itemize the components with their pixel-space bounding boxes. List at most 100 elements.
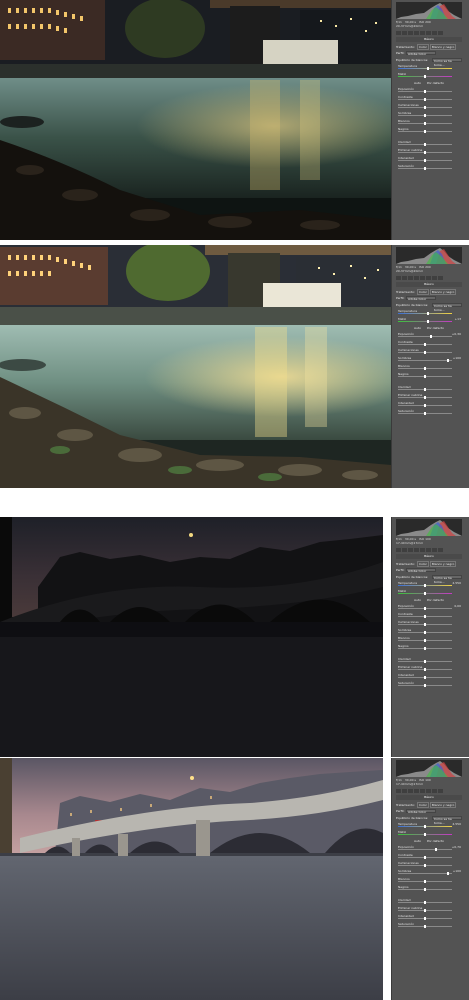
color-option[interactable]: Color bbox=[417, 289, 429, 295]
slider-presence[interactable]: Claridad bbox=[396, 140, 462, 146]
section-header-basic[interactable]: Básico bbox=[396, 795, 462, 800]
slider-track[interactable] bbox=[398, 360, 452, 361]
slider-presence[interactable]: Eliminar neblina bbox=[396, 665, 462, 671]
slider-knob[interactable] bbox=[424, 90, 426, 93]
slider-tint[interactable]: Matiz bbox=[396, 589, 462, 595]
slider-knob[interactable] bbox=[424, 615, 426, 618]
panel-tool-icon[interactable] bbox=[408, 789, 413, 793]
slider-tone[interactable]: Exposición +0,30 bbox=[396, 332, 462, 338]
slider-presence[interactable]: Eliminar neblina bbox=[396, 393, 462, 399]
slider-knob[interactable] bbox=[424, 684, 426, 687]
default-button[interactable]: Por defecto bbox=[427, 598, 444, 602]
slider-value[interactable]: +0,30 bbox=[452, 332, 461, 336]
profile-select[interactable]: Adobe Color bbox=[406, 568, 436, 573]
slider-knob[interactable] bbox=[424, 351, 426, 354]
panel-tool-icon[interactable] bbox=[396, 31, 401, 35]
default-button[interactable]: Por defecto bbox=[427, 81, 444, 85]
slider-knob[interactable] bbox=[424, 833, 426, 836]
slider-knob[interactable] bbox=[424, 412, 426, 415]
wb-select[interactable]: Como se ha toma... bbox=[432, 58, 462, 67]
slider-value[interactable]: 4.550 bbox=[452, 822, 461, 826]
slider-tone[interactable]: Blancos bbox=[396, 364, 462, 370]
slider-knob[interactable] bbox=[430, 335, 433, 338]
slider-knob[interactable] bbox=[424, 367, 426, 370]
slider-track[interactable] bbox=[398, 849, 452, 850]
slider-temperature[interactable]: Temperatura bbox=[396, 64, 462, 70]
slider-knob[interactable] bbox=[424, 130, 426, 133]
slider-knob[interactable] bbox=[424, 75, 426, 78]
slider-tone[interactable]: Negros bbox=[396, 372, 462, 378]
slider-knob[interactable] bbox=[424, 631, 426, 634]
slider-tone[interactable]: Contraste bbox=[396, 853, 462, 859]
slider-tone[interactable]: Exposición 0,00 bbox=[396, 604, 462, 610]
color-option[interactable]: Color bbox=[417, 802, 429, 808]
slider-temperature[interactable]: Temperatura 4.550 bbox=[396, 581, 462, 587]
panel-tool-icon[interactable] bbox=[414, 31, 419, 35]
bw-option[interactable]: Blanco y negro bbox=[429, 289, 457, 295]
slider-presence[interactable]: Eliminar neblina bbox=[396, 148, 462, 154]
slider-tone[interactable]: Sombras +100 bbox=[396, 356, 462, 362]
slider-tone[interactable]: Iluminaciones bbox=[396, 620, 462, 626]
slider-knob[interactable] bbox=[424, 404, 426, 407]
slider-track[interactable] bbox=[398, 321, 452, 322]
panel-tool-icon[interactable] bbox=[438, 276, 443, 280]
slider-presence[interactable]: Claridad bbox=[396, 898, 462, 904]
slider-knob[interactable] bbox=[424, 159, 426, 162]
profile-select[interactable]: Adobe Color bbox=[406, 51, 436, 56]
panel-tool-icon[interactable] bbox=[432, 31, 437, 35]
slider-knob[interactable] bbox=[424, 660, 426, 663]
profile-select[interactable]: Adobe Color bbox=[406, 296, 436, 301]
slider-knob[interactable] bbox=[424, 388, 426, 391]
slider-knob[interactable] bbox=[424, 856, 426, 859]
slider-knob[interactable] bbox=[424, 825, 426, 828]
slider-knob[interactable] bbox=[447, 872, 450, 875]
panel-tool-icon[interactable] bbox=[432, 548, 437, 552]
slider-presence[interactable]: Claridad bbox=[396, 657, 462, 663]
panel-tool-icon[interactable] bbox=[426, 276, 431, 280]
slider-tint[interactable]: Matiz bbox=[396, 72, 462, 78]
slider-value[interactable]: 4.550 bbox=[452, 581, 461, 585]
bw-option[interactable]: Blanco y negro bbox=[429, 44, 457, 50]
slider-knob[interactable] bbox=[424, 375, 426, 378]
slider-knob[interactable] bbox=[424, 98, 426, 101]
slider-tone[interactable]: Sombras bbox=[396, 111, 462, 117]
slider-value[interactable]: +100 bbox=[453, 869, 461, 873]
slider-value[interactable]: +13 bbox=[455, 317, 461, 321]
default-button[interactable]: Por defecto bbox=[427, 839, 444, 843]
slider-knob[interactable] bbox=[435, 848, 438, 851]
slider-knob[interactable] bbox=[424, 647, 426, 650]
auto-button[interactable]: Auto bbox=[414, 839, 421, 843]
panel-tool-icon[interactable] bbox=[420, 548, 425, 552]
slider-tone[interactable]: Iluminaciones bbox=[396, 861, 462, 867]
panel-tool-icon[interactable] bbox=[408, 276, 413, 280]
slider-knob[interactable] bbox=[424, 864, 426, 867]
panel-tool-icon[interactable] bbox=[396, 548, 401, 552]
slider-knob[interactable] bbox=[424, 925, 426, 928]
panel-tool-icon[interactable] bbox=[432, 276, 437, 280]
profile-select[interactable]: Adobe Color bbox=[406, 809, 436, 814]
auto-button[interactable]: Auto bbox=[414, 326, 421, 330]
slider-presence[interactable]: Saturación bbox=[396, 922, 462, 928]
slider-value[interactable]: +0,70 bbox=[452, 845, 461, 849]
panel-tool-icon[interactable] bbox=[414, 548, 419, 552]
slider-tone[interactable]: Exposición bbox=[396, 87, 462, 93]
panel-tool-icon[interactable] bbox=[402, 31, 407, 35]
slider-value[interactable]: +100 bbox=[453, 356, 461, 360]
slider-tone[interactable]: Iluminaciones bbox=[396, 103, 462, 109]
slider-presence[interactable]: Saturación bbox=[396, 681, 462, 687]
panel-tool-icon[interactable] bbox=[420, 789, 425, 793]
slider-tone[interactable]: Sombras bbox=[396, 628, 462, 634]
slider-tint[interactable]: Matiz bbox=[396, 830, 462, 836]
panel-tool-icon[interactable] bbox=[402, 548, 407, 552]
slider-presence[interactable]: Intensidad bbox=[396, 673, 462, 679]
slider-knob[interactable] bbox=[424, 592, 426, 595]
bw-option[interactable]: Blanco y negro bbox=[429, 561, 457, 567]
panel-tool-icon[interactable] bbox=[420, 276, 425, 280]
slider-knob[interactable] bbox=[447, 359, 450, 362]
slider-tone[interactable]: Iluminaciones bbox=[396, 348, 462, 354]
slider-knob[interactable] bbox=[424, 639, 426, 642]
slider-knob[interactable] bbox=[424, 167, 426, 170]
wb-select[interactable]: Como se ha toma... bbox=[432, 575, 462, 584]
slider-tone[interactable]: Negros bbox=[396, 644, 462, 650]
slider-knob[interactable] bbox=[424, 106, 426, 109]
